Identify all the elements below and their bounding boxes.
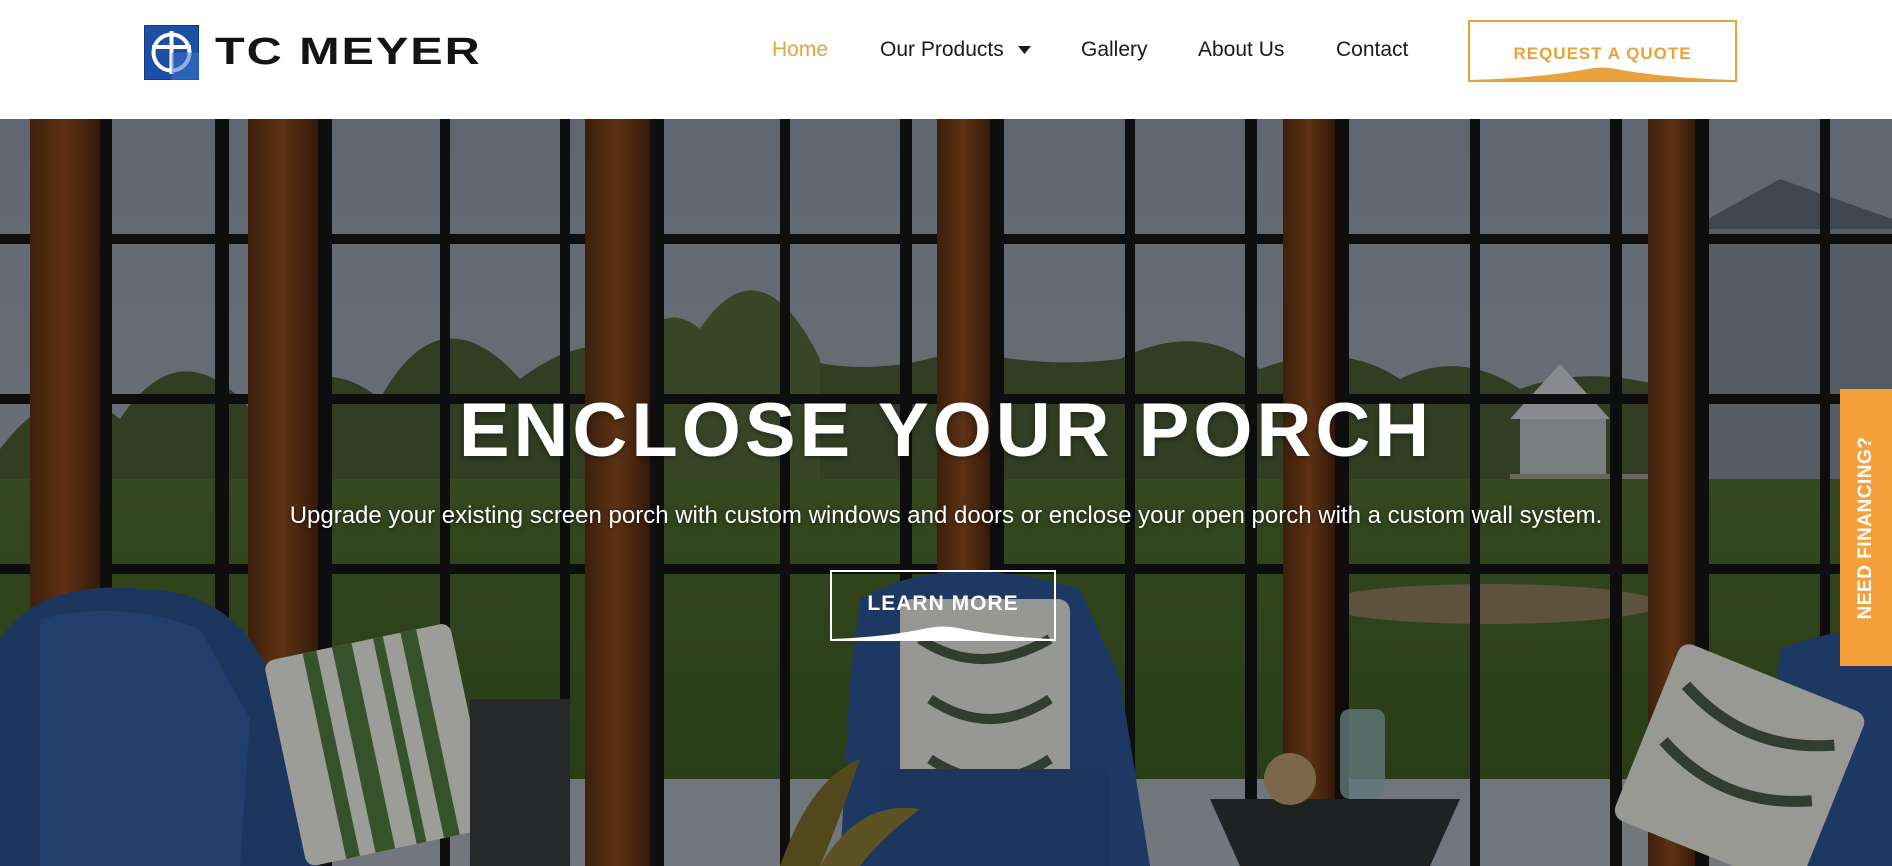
- nav-item-our-products-label: Our Products: [880, 38, 1004, 61]
- button-swoop-decoration: [832, 626, 1054, 639]
- need-financing-label: NEED FINANCING?: [1855, 436, 1876, 619]
- need-financing-tab[interactable]: NEED FINANCING?: [1840, 389, 1892, 666]
- tc-meyer-logo-icon: [144, 24, 199, 80]
- learn-more-label: LEARN MORE: [867, 592, 1019, 615]
- brand-logo[interactable]: TC MEYER: [144, 24, 480, 80]
- nav-item-about-us[interactable]: About Us: [1198, 38, 1284, 62]
- learn-more-button[interactable]: LEARN MORE: [830, 570, 1056, 641]
- request-quote-button[interactable]: REQUEST A QUOTE: [1468, 20, 1737, 82]
- caret-down-icon: [1017, 45, 1031, 54]
- nav-item-contact[interactable]: Contact: [1336, 38, 1408, 62]
- hero-background-image: [0, 119, 1892, 866]
- nav-item-gallery[interactable]: Gallery: [1081, 38, 1148, 62]
- nav-item-home[interactable]: Home: [772, 38, 828, 62]
- nav-item-our-products[interactable]: Our Products: [880, 38, 1031, 62]
- brand-name: TC MEYER: [215, 30, 482, 73]
- button-swoop-decoration: [1470, 67, 1735, 80]
- request-quote-label: REQUEST A QUOTE: [1513, 44, 1692, 63]
- hero-subtitle: Upgrade your existing screen porch with …: [289, 502, 1603, 529]
- site-header: TC MEYER Home Our Products Gallery About…: [0, 0, 1892, 119]
- hero-section: ENCLOSE YOUR PORCH Upgrade your existing…: [0, 119, 1892, 866]
- hero-title: ENCLOSE YOUR PORCH: [458, 388, 1434, 473]
